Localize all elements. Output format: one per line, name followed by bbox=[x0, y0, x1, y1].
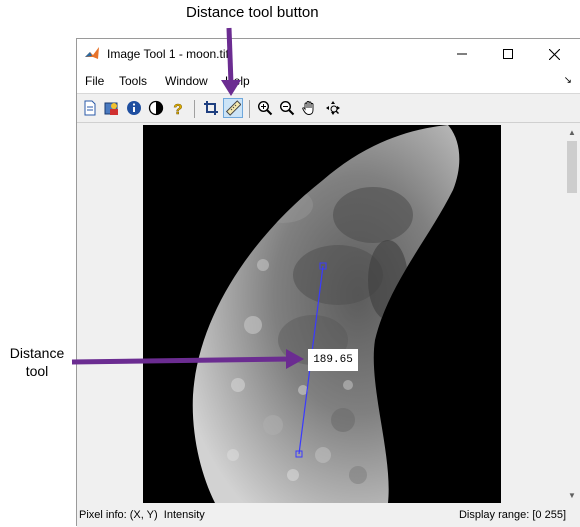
distance-tool-icon bbox=[225, 100, 241, 116]
distance-tool-button[interactable] bbox=[223, 98, 243, 118]
help-button[interactable]: ? bbox=[168, 98, 188, 118]
menu-file[interactable]: File bbox=[85, 74, 104, 88]
maximize-icon bbox=[503, 49, 513, 59]
moon-image[interactable] bbox=[143, 125, 501, 503]
maximize-button[interactable] bbox=[485, 39, 531, 69]
callout-distance-tool-line1: Distance bbox=[9, 345, 65, 361]
menu-bar: File Tools Window Help ↘ bbox=[77, 69, 580, 93]
display-range: Display range: [0 255] bbox=[459, 509, 566, 521]
crop-button[interactable] bbox=[201, 98, 221, 118]
zoom-in-button[interactable] bbox=[255, 98, 275, 118]
callout-distance-tool-button: Distance tool button bbox=[186, 4, 319, 21]
crop-icon bbox=[204, 101, 218, 115]
callout-distance-tool: Distance tool bbox=[4, 344, 70, 380]
window-title: Image Tool 1 - moon.tif bbox=[107, 47, 229, 61]
scroll-up-icon[interactable]: ▲ bbox=[568, 128, 576, 137]
matlab-icon bbox=[84, 46, 100, 62]
zoom-in-icon bbox=[257, 100, 273, 116]
contrast-icon bbox=[148, 100, 164, 116]
menu-tools[interactable]: Tools bbox=[119, 74, 147, 88]
overview-button[interactable] bbox=[323, 98, 343, 118]
pixel-info-label: Pixel info: bbox=[79, 509, 127, 521]
contrast-button[interactable] bbox=[146, 98, 166, 118]
image-info-button[interactable] bbox=[102, 98, 122, 118]
display-range-label: Display range: bbox=[458, 509, 530, 521]
image-tool-window: Image Tool 1 - moon.tif File Tools Windo… bbox=[76, 38, 580, 527]
callout-distance-tool-line2: tool bbox=[25, 363, 49, 379]
pan-hand-icon bbox=[302, 101, 314, 115]
minimize-icon bbox=[457, 53, 467, 55]
zoom-out-button[interactable] bbox=[277, 98, 297, 118]
minimize-button[interactable] bbox=[439, 39, 485, 69]
svg-text:?: ? bbox=[173, 101, 182, 116]
toolbar: ? bbox=[77, 93, 580, 123]
toolbar-separator bbox=[194, 100, 195, 118]
scroll-thumb[interactable] bbox=[567, 141, 577, 193]
new-figure-button[interactable] bbox=[80, 98, 100, 118]
menu-window[interactable]: Window bbox=[165, 74, 208, 88]
pixel-info: Pixel info: (X, Y) Intensity bbox=[79, 509, 205, 521]
menu-help[interactable]: Help bbox=[225, 74, 250, 88]
toolbar-separator bbox=[249, 100, 250, 118]
scroll-down-icon[interactable]: ▼ bbox=[568, 491, 576, 500]
pixel-info-value: (X, Y) Intensity bbox=[129, 509, 205, 521]
status-bar: Pixel info: (X, Y) Intensity Display ran… bbox=[77, 505, 580, 527]
close-icon bbox=[548, 48, 560, 60]
vertical-scrollbar[interactable]: ▲ ▼ bbox=[565, 125, 579, 503]
info-button[interactable] bbox=[124, 98, 144, 118]
close-button[interactable] bbox=[531, 39, 577, 69]
overview-icon bbox=[326, 101, 340, 115]
help-icon: ? bbox=[173, 101, 183, 116]
title-bar: Image Tool 1 - moon.tif bbox=[77, 39, 580, 69]
zoom-out-icon bbox=[279, 100, 295, 116]
display-range-value: [0 255] bbox=[532, 509, 566, 521]
info-icon bbox=[127, 101, 141, 115]
image-info-icon bbox=[104, 102, 118, 115]
new-figure-icon bbox=[84, 100, 96, 116]
dock-arrow-icon[interactable]: ↘ bbox=[564, 75, 572, 86]
pan-button[interactable] bbox=[299, 98, 319, 118]
distance-value-label: 189.65 bbox=[308, 349, 358, 371]
